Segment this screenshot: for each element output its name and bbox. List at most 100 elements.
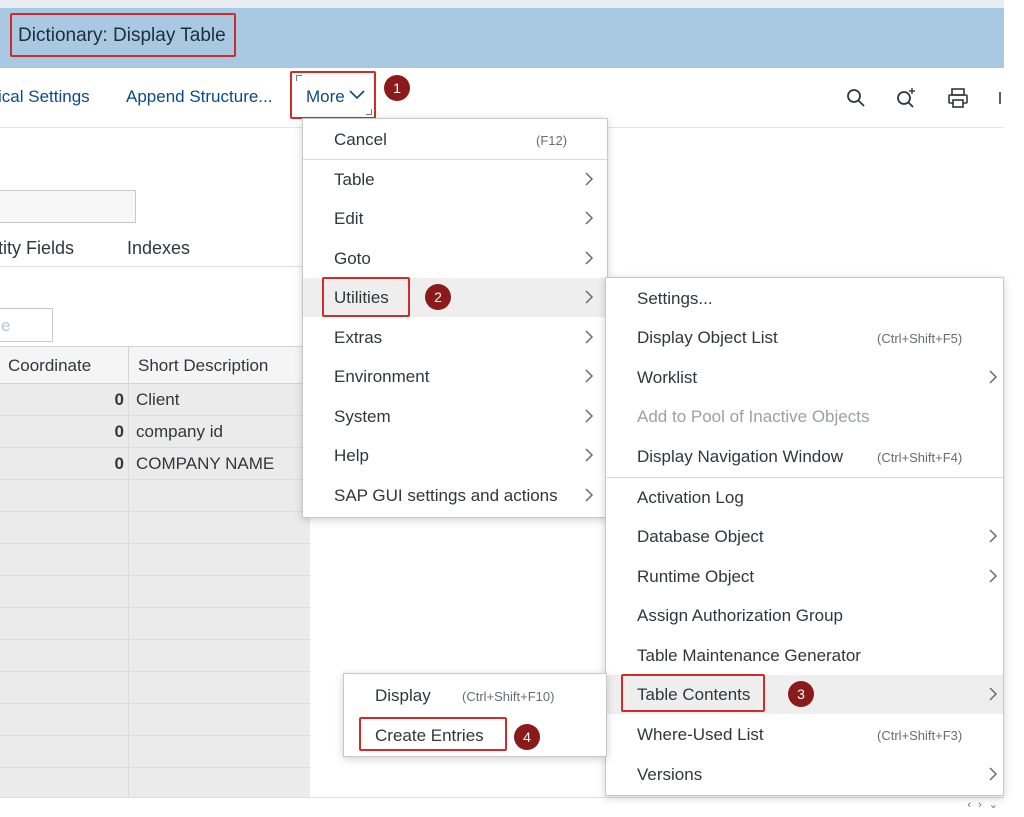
coordinate-cell: 0: [114, 390, 124, 409]
bottom-bar: ‹ › ⌄: [0, 797, 1004, 817]
menu-item-goto[interactable]: Goto: [303, 239, 607, 278]
chevron-right-icon: [585, 251, 594, 265]
tab-entity-fields[interactable]: tity Fields: [0, 238, 74, 259]
menu-item-settings[interactable]: Settings...: [606, 279, 1003, 318]
column-header-short-description[interactable]: Short Description: [138, 356, 268, 376]
menu-item-label: SAP GUI settings and actions: [334, 486, 558, 505]
table-row[interactable]: [0, 512, 310, 544]
menu-item-label: Assign Authorization Group: [637, 606, 844, 625]
description-cell: Client: [136, 390, 180, 409]
column-header-coordinate[interactable]: Coordinate: [8, 356, 91, 376]
menu-item-label: Display: [375, 686, 431, 705]
menu-item-display-object-list[interactable]: Display Object List (Ctrl+Shift+F5): [606, 318, 1003, 357]
menu-item-worklist[interactable]: Worklist: [606, 358, 1003, 397]
chevron-right-icon: [585, 330, 594, 344]
menu-item-shortcut: (F12): [536, 133, 568, 148]
menu-item-utilities[interactable]: Utilities: [303, 278, 607, 317]
menu-item-sap-gui-settings[interactable]: SAP GUI settings and actions: [303, 476, 607, 515]
step-badge-1: 1: [384, 75, 410, 101]
menu-item-system[interactable]: System: [303, 397, 607, 436]
more-menu-button[interactable]: More: [293, 72, 375, 118]
menu-item-label: Activation Log: [637, 488, 744, 507]
chevron-right-icon: [585, 409, 594, 423]
menu-item-versions[interactable]: Versions: [606, 755, 1003, 794]
search-icon[interactable]: [844, 86, 868, 110]
technical-settings-button[interactable]: ical Settings: [0, 87, 90, 107]
menu-item-runtime-object[interactable]: Runtime Object: [606, 557, 1003, 596]
table-row[interactable]: [0, 640, 310, 672]
table-row[interactable]: 0 COMPANY NAME: [0, 448, 310, 480]
description-cell: company id: [136, 422, 223, 441]
table-row[interactable]: [0, 704, 310, 736]
menu-item-label: Create Entries: [375, 726, 484, 745]
table-row[interactable]: [0, 672, 310, 704]
filter-input[interactable]: e: [0, 308, 53, 342]
table-row[interactable]: [0, 544, 310, 576]
menu-item-table[interactable]: Table: [303, 160, 607, 199]
search-plus-icon[interactable]: [894, 86, 918, 110]
chevron-right-icon: [989, 529, 998, 543]
menu-item-cancel[interactable]: Cancel (F12): [303, 120, 607, 159]
menu-item-label: Table Contents: [637, 685, 751, 704]
chevron-right-icon: [989, 687, 998, 701]
tab-divider: [0, 266, 310, 267]
menu-item-display[interactable]: Display (Ctrl+Shift+F10): [344, 676, 606, 715]
chevron-right-icon: [989, 370, 998, 384]
menu-item-help[interactable]: Help: [303, 436, 607, 475]
menu-item-label: Extras: [334, 328, 383, 347]
menu-item-label: Cancel: [334, 130, 387, 149]
menu-item-label: Where-Used List: [637, 725, 764, 744]
utilities-submenu: Settings... Display Object List (Ctrl+Sh…: [605, 277, 1004, 796]
table-row[interactable]: [0, 608, 310, 640]
menu-item-label: System: [334, 407, 391, 426]
menu-item-create-entries[interactable]: Create Entries: [344, 716, 606, 755]
chevron-right-icon: [989, 569, 998, 583]
more-menu: Cancel (F12) Table Edit Goto Utilities E…: [302, 118, 608, 518]
more-button-label: More: [306, 87, 345, 106]
table-row[interactable]: [0, 768, 310, 800]
menu-item-where-used-list[interactable]: Where-Used List (Ctrl+Shift+F3): [606, 715, 1003, 754]
table-row[interactable]: [0, 576, 310, 608]
step-badge-4: 4: [514, 724, 540, 750]
append-structure-button[interactable]: Append Structure...: [126, 87, 272, 107]
chevron-right-icon: [989, 767, 998, 781]
menu-item-shortcut: (Ctrl+Shift+F4): [877, 450, 963, 465]
tab-indexes[interactable]: Indexes: [127, 238, 190, 259]
step-badge-3: 3: [788, 681, 814, 707]
fields-table: Coordinate Short Description 0 Client 0 …: [0, 346, 310, 808]
menu-item-assign-authorization-group[interactable]: Assign Authorization Group: [606, 596, 1003, 635]
chevron-right-icon: [585, 211, 594, 225]
table-row[interactable]: [0, 480, 310, 512]
menu-item-add-to-pool: Add to Pool of Inactive Objects: [606, 397, 1003, 436]
coordinate-cell: 0: [114, 454, 124, 473]
menu-item-environment[interactable]: Environment: [303, 357, 607, 396]
right-gutter: [1004, 0, 1024, 817]
menu-item-display-navigation-window[interactable]: Display Navigation Window (Ctrl+Shift+F4…: [606, 437, 1003, 476]
menu-item-label: Database Object: [637, 527, 764, 546]
chevron-right-icon: [585, 172, 594, 186]
menu-item-database-object[interactable]: Database Object: [606, 517, 1003, 556]
table-name-field[interactable]: [0, 190, 136, 223]
column-divider: [128, 347, 129, 385]
menu-item-label: Display Object List: [637, 328, 778, 347]
menu-item-table-maintenance-generator[interactable]: Table Maintenance Generator: [606, 636, 1003, 675]
menu-item-label: Worklist: [637, 368, 698, 387]
menu-item-label: Versions: [637, 765, 703, 784]
scroll-arrows-icon[interactable]: ‹ › ⌄: [967, 798, 1000, 811]
menu-item-label: Goto: [334, 249, 371, 268]
table-row[interactable]: 0 Client: [0, 384, 310, 416]
table-row[interactable]: [0, 736, 310, 768]
menu-item-extras[interactable]: Extras: [303, 318, 607, 357]
chevron-right-icon: [585, 369, 594, 383]
menu-item-label: Settings...: [637, 289, 713, 308]
menu-item-label: Help: [334, 446, 369, 465]
table-contents-submenu: Display (Ctrl+Shift+F10) Create Entries: [343, 673, 607, 757]
table-row[interactable]: 0 company id: [0, 416, 310, 448]
title-bar: Dictionary: Display Table: [0, 8, 1004, 68]
overflow-icon[interactable]: [996, 86, 1004, 110]
step-badge-2: 2: [425, 284, 451, 310]
menu-item-edit[interactable]: Edit: [303, 199, 607, 238]
focus-corner-icon: [296, 75, 302, 81]
print-icon[interactable]: [946, 86, 970, 110]
menu-item-activation-log[interactable]: Activation Log: [606, 478, 1003, 517]
